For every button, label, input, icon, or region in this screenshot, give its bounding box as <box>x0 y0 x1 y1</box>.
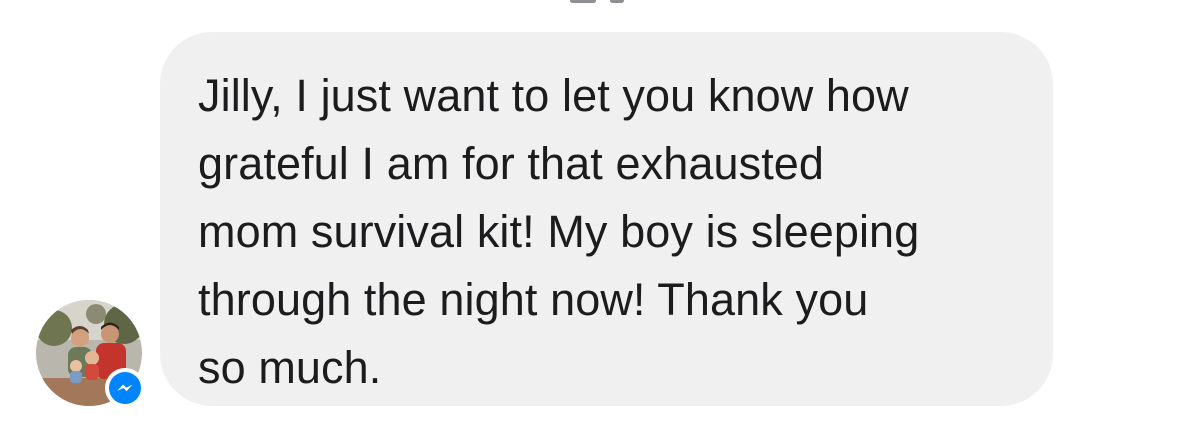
messenger-icon <box>109 372 141 404</box>
message-line: grateful I am for that exhausted <box>198 138 825 189</box>
message-line: Jilly, I just want to let you know how <box>198 70 909 121</box>
message-text: Jilly, I just want to let you know how g… <box>198 62 1023 402</box>
message-row: Jilly, I just want to let you know how g… <box>0 0 1192 429</box>
message-line: through the night now! Thank you <box>198 274 869 325</box>
message-bubble[interactable]: Jilly, I just want to let you know how g… <box>160 32 1053 406</box>
messenger-badge <box>105 368 145 408</box>
message-line: so much. <box>198 342 382 393</box>
message-line: mom survival kit! My boy is sleeping <box>198 206 920 257</box>
